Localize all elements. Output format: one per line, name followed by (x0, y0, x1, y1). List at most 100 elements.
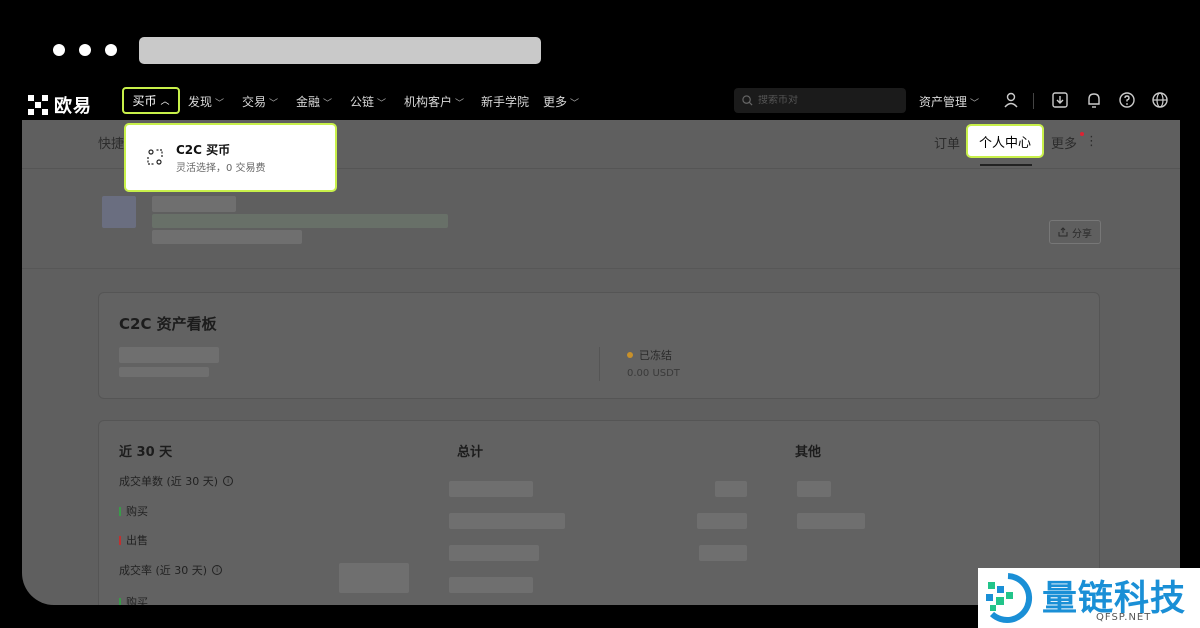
blurred-value (797, 481, 831, 497)
share-label: 分享 (1072, 228, 1092, 240)
search-input[interactable] (758, 95, 898, 106)
quick-tab[interactable]: 快捷 (98, 133, 124, 152)
row-text: 成交单数 (近 30 天) (119, 475, 219, 488)
top-nav: 欧易 买币 ︿ 发现﹀ 交易﹀ 金融﹀ 公链﹀ 机构客户﹀ 新手学院 更多﹀ 资… (0, 84, 1200, 120)
divider (22, 268, 1180, 269)
blurred-value (449, 513, 565, 529)
notification-dot (1080, 132, 1085, 136)
blurred-balance (119, 347, 219, 363)
dropdown-item-c2c[interactable]: C2C 买币 灵活选择，0 交易费 (126, 125, 335, 190)
share-button[interactable]: 分享 (1049, 220, 1101, 244)
status-dot (627, 352, 633, 358)
buy-dropdown: C2C 买币 灵活选择，0 交易费 (124, 123, 337, 192)
asset-board-title: C2C 资产看板 (119, 315, 217, 333)
row-text: 购买 (126, 596, 148, 605)
nav-item-trade[interactable]: 交易 ﹀ (242, 93, 278, 110)
address-bar[interactable] (139, 37, 541, 64)
window-controls (53, 44, 117, 56)
chevron-down-icon: ﹀ (970, 99, 980, 109)
more-tab[interactable]: 更多 (1051, 132, 1085, 152)
chevron-down-icon: ﹀ (455, 99, 465, 109)
watermark-subtext: QFSP.NET (1096, 612, 1152, 623)
nav-item-more[interactable]: 更多 ﹀ (543, 93, 579, 110)
frozen-label: 已冻结 (627, 347, 672, 363)
chevron-up-icon: ︿ (160, 97, 170, 107)
globe-icon[interactable] (1151, 91, 1169, 109)
nav-label: 新手学院 (481, 95, 530, 109)
search-icon (742, 95, 753, 106)
stats-card: 近 30 天 总计 其他 成交单数 (近 30 天) i 购买 出售 成交率 (近… (98, 420, 1100, 605)
nav-item-institutional[interactable]: 机构客户 ﹀ (404, 93, 464, 110)
active-tab-indicator (980, 164, 1032, 166)
info-icon[interactable]: i (212, 565, 223, 575)
user-icon[interactable] (1002, 91, 1020, 109)
orders-tab[interactable]: 订单 (934, 133, 960, 152)
blurred-value (339, 563, 409, 593)
blurred-badges (152, 214, 448, 228)
row-label-sell: 出售 (119, 532, 148, 548)
dropdown-item-title: C2C 买币 (176, 143, 231, 157)
nav-label: 金融 (296, 95, 321, 109)
divider (599, 347, 600, 381)
search-box[interactable] (734, 88, 906, 113)
chevron-down-icon: ﹀ (377, 99, 387, 109)
nav-divider (1033, 93, 1034, 109)
okx-logo-icon (28, 95, 48, 115)
share-icon (1058, 227, 1068, 237)
blurred-value (699, 545, 747, 561)
logo[interactable]: 欧易 (28, 92, 92, 118)
page-content: 快捷 订单 个人中心 更多 ⋮ 分享 C2C 资产看板 已冻结 0.00 USD… (22, 120, 1180, 605)
nav-item-chain[interactable]: 公链 ﹀ (350, 93, 386, 110)
column-header-total: 总计 (457, 445, 484, 460)
row-text: 出售 (126, 534, 148, 547)
nav-label: 发现 (188, 95, 213, 109)
blurred-value (449, 545, 539, 561)
personal-center-label: 个人中心 (978, 135, 1031, 151)
blurred-value (697, 513, 747, 529)
row-label-buy: 购买 (119, 503, 148, 519)
asset-management-menu[interactable]: 资产管理 ﹀ (919, 93, 979, 110)
row-label-completion: 成交率 (近 30 天) i (119, 562, 223, 578)
kebab-menu-icon[interactable]: ⋮ (1085, 134, 1098, 149)
chevron-down-icon: ﹀ (570, 99, 580, 109)
nav-label: 机构客户 (404, 95, 453, 109)
blurred-value (449, 577, 533, 593)
row-text: 成交率 (近 30 天) (119, 564, 208, 577)
row-label-orders: 成交单数 (近 30 天) i (119, 473, 234, 489)
window-dot[interactable] (79, 44, 91, 56)
bell-icon[interactable] (1085, 91, 1103, 109)
chevron-down-icon: ﹀ (215, 99, 225, 109)
avatar (102, 196, 136, 228)
nav-label: 更多 (543, 95, 568, 109)
row-label-buy: 购买 (119, 594, 148, 605)
watermark-logo-icon (986, 573, 1033, 623)
asset-management-label: 资产管理 (919, 95, 968, 109)
blurred-balance-sub (119, 367, 209, 377)
blurred-value (715, 481, 747, 497)
nav-item-discover[interactable]: 发现 ﹀ (188, 93, 224, 110)
nav-buy-button[interactable]: 买币 ︿ (122, 87, 180, 114)
nav-item-academy[interactable]: 新手学院 (481, 93, 529, 110)
more-label: 更多 (1051, 137, 1078, 152)
chevron-down-icon: ﹀ (323, 99, 333, 109)
info-icon[interactable]: i (223, 476, 234, 486)
help-icon[interactable] (1118, 91, 1136, 109)
column-header-30d: 近 30 天 (119, 445, 173, 460)
window-dot[interactable] (105, 44, 117, 56)
download-icon[interactable] (1051, 91, 1069, 109)
nav-label: 交易 (242, 95, 267, 109)
nav-label: 公链 (350, 95, 375, 109)
buy-marker (119, 506, 121, 516)
chevron-down-icon: ﹀ (269, 99, 279, 109)
watermark: 量链科技 QFSP.NET (978, 568, 1200, 628)
nav-buy-label: 买币 (132, 94, 157, 108)
frozen-value: 0.00 USDT (627, 368, 680, 379)
personal-center-tab[interactable]: 个人中心 (966, 124, 1044, 158)
buy-marker (119, 597, 121, 605)
dropdown-item-subtitle: 灵活选择，0 交易费 (176, 163, 266, 174)
blurred-info (152, 230, 302, 244)
nav-item-finance[interactable]: 金融 ﹀ (296, 93, 332, 110)
asset-board-card: C2C 资产看板 已冻结 0.00 USDT (98, 292, 1100, 399)
logo-text: 欧易 (54, 96, 92, 117)
window-dot[interactable] (53, 44, 65, 56)
